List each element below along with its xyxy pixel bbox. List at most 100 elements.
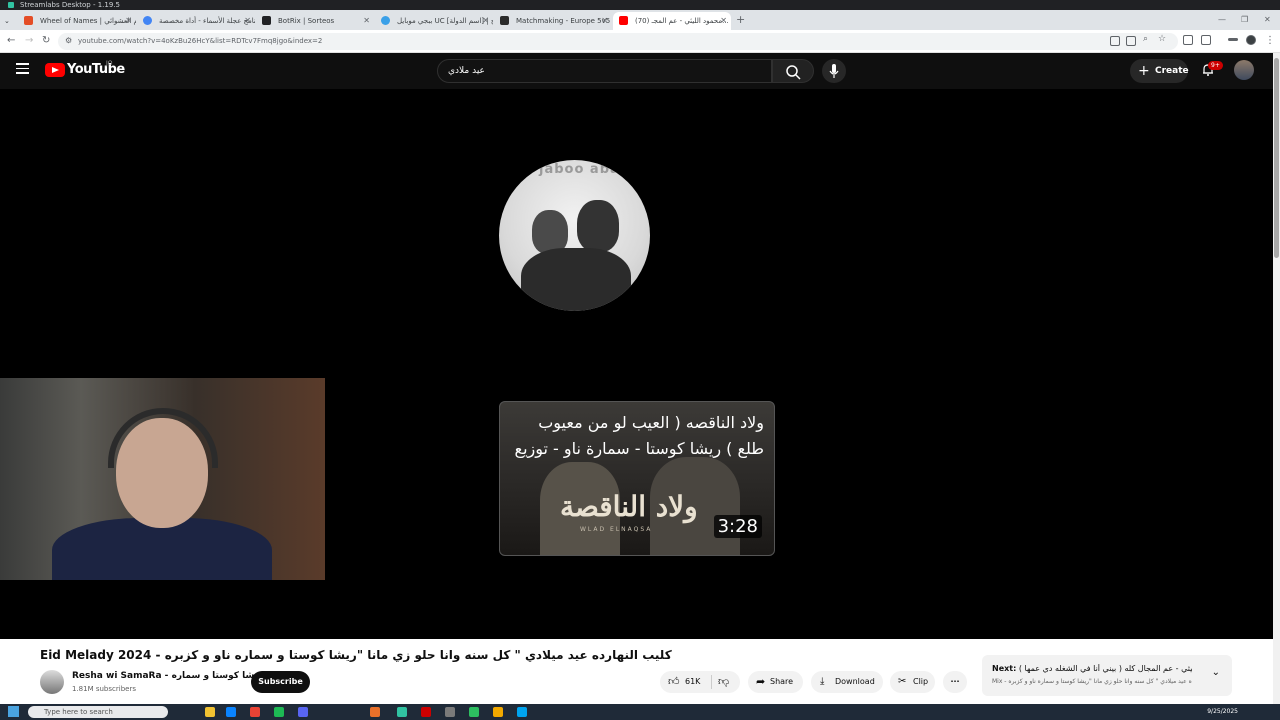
subscribe-button[interactable]: Subscribe	[251, 671, 310, 693]
tab-names-tool[interactable]: برنامج عجلة الأسماء - أداة مخصصة... ✕	[137, 12, 255, 30]
translate-icon[interactable]	[1126, 36, 1136, 46]
tab-label: Matchmaking - Europe 5v5 Qu...	[516, 17, 612, 25]
close-tab-icon[interactable]: ✕	[125, 12, 132, 30]
app-icon[interactable]	[493, 707, 503, 717]
tab-matchmaking[interactable]: Matchmaking - Europe 5v5 Qu... ✕	[494, 12, 612, 30]
chevron-down-icon[interactable]: ⌄	[1212, 667, 1220, 678]
restore-button[interactable]: ❐	[1241, 10, 1248, 30]
end-screen-video-card[interactable]: ولاد الناقصه ( العيب لو من معيوب طلع ) ر…	[499, 401, 775, 556]
next-video-title: Next: محمود الليثي - عم المجال كله ( بين…	[992, 664, 1192, 673]
spotify-icon[interactable]	[274, 707, 284, 717]
reload-icon[interactable]: ↻	[42, 34, 50, 48]
close-tab-icon[interactable]: ✕	[482, 12, 489, 30]
microphone-icon	[829, 64, 839, 78]
youtube-wordmark[interactable]: YouTube	[67, 62, 125, 77]
next-prefix: Next:	[992, 664, 1017, 673]
like-dislike-group: 👍︎ 61K 👎︎	[660, 671, 740, 693]
create-button[interactable]: + Create	[1130, 59, 1189, 83]
close-tab-icon[interactable]: ✕	[363, 12, 370, 30]
chrome-icon	[143, 16, 152, 25]
forward-icon[interactable]: →	[25, 34, 33, 48]
file-explorer-icon[interactable]	[205, 707, 215, 717]
bookmark-star-icon[interactable]: ☆	[1158, 34, 1166, 44]
clip-button[interactable]: ✂ Clip	[890, 671, 935, 693]
windows-taskbar: Type here to search 9/25/2025	[0, 704, 1280, 720]
country-code: JO	[106, 60, 113, 67]
app-icon[interactable]	[517, 707, 527, 717]
app-icon[interactable]	[421, 707, 431, 717]
minimize-button[interactable]: —	[1218, 10, 1226, 30]
puzzle-icon[interactable]	[1201, 35, 1211, 45]
webcam-overlay	[0, 378, 325, 580]
site-info-icon[interactable]: ⚙	[65, 36, 72, 45]
streamlabs-taskbar-icon[interactable]	[370, 707, 380, 717]
chrome-taskbar-icon[interactable]	[250, 707, 260, 717]
channel-name-text: Resha wi SamaRa - ريشا كوستا و سماره	[72, 671, 264, 681]
channel-name[interactable]: Resha wi SamaRa - ريشا كوستا و سماره ✓	[72, 671, 274, 681]
address-input[interactable]: ⚙ youtube.com/watch?v=4oKzBu26HcY&list=R…	[58, 33, 1178, 50]
youtube-logo-icon[interactable]	[45, 63, 65, 77]
like-divider	[711, 675, 712, 689]
back-icon[interactable]: ←	[7, 34, 15, 48]
like-count[interactable]: 61K	[685, 671, 700, 693]
up-next-box[interactable]: Next: محمود الليثي - عم المجال كله ( بين…	[982, 655, 1232, 696]
wheel-icon	[24, 16, 33, 25]
download-icon: ⤓	[820, 676, 825, 687]
like-icon[interactable]: 👍︎	[668, 671, 680, 693]
search-input[interactable]: عيد ملادي	[437, 59, 772, 83]
botrix-icon	[262, 16, 271, 25]
tab-label: BotRix | Sorteos	[278, 17, 335, 25]
zoom-icon[interactable]: ⌕	[1143, 34, 1148, 44]
app-icon[interactable]	[397, 707, 407, 717]
shoulders	[521, 248, 631, 311]
tab-youtube[interactable]: (70) محمود الليثي - عم المجـ... ✕	[613, 12, 731, 30]
download-label: Download	[835, 677, 875, 686]
tab-botrix[interactable]: BotRix | Sorteos ✕	[256, 12, 374, 30]
chrome-menu-icon[interactable]: ⋮	[1265, 34, 1275, 48]
close-tab-icon[interactable]: ✕	[720, 12, 727, 30]
download-button[interactable]: ⤓ Download	[811, 671, 883, 693]
dislike-icon[interactable]: 👎︎	[718, 671, 729, 693]
tab-search-icon[interactable]: ⌄	[4, 12, 11, 30]
subscriber-count: 1.81M subscribers	[72, 685, 136, 693]
windows-start-icon[interactable]	[8, 706, 19, 717]
notification-badge: 9+	[1208, 61, 1223, 70]
page-scrollbar[interactable]	[1273, 53, 1280, 704]
share-button[interactable]: ➦ Share	[748, 671, 803, 693]
taskbar-search-input[interactable]: Type here to search	[28, 706, 168, 718]
card-title: ولاد الناقصه ( العيب لو من معيوب طلع ) ر…	[514, 413, 764, 458]
search-button[interactable]	[772, 59, 814, 83]
voice-search-button[interactable]	[822, 59, 846, 83]
new-tab-icon[interactable]: +	[736, 10, 745, 30]
edge-icon[interactable]	[226, 707, 236, 717]
more-actions-button[interactable]: ···	[943, 671, 967, 693]
clip-label: Clip	[913, 677, 929, 686]
channel-image: jaboo aba	[499, 160, 650, 311]
video-title: Eid Melady 2024 - كليب النهارده عيد ميلا…	[40, 648, 672, 662]
app-icon[interactable]	[445, 707, 455, 717]
youtube-icon	[619, 16, 628, 25]
hamburger-menu-icon[interactable]	[16, 63, 29, 74]
media-icon[interactable]	[1228, 38, 1238, 41]
cast-icon[interactable]	[1110, 36, 1120, 46]
youtube-header: YouTube JO عيد ملادي + Create 9+	[0, 53, 1273, 89]
matchmaking-icon	[500, 16, 509, 25]
extension-icon[interactable]	[1183, 35, 1193, 45]
search-icon	[786, 65, 801, 80]
headset-icon	[108, 408, 218, 468]
app-icon[interactable]	[469, 707, 479, 717]
close-tab-icon[interactable]: ✕	[601, 12, 608, 30]
circle-graphic-text: jaboo aba	[539, 162, 620, 177]
channel-avatar[interactable]	[40, 670, 64, 694]
close-tab-icon[interactable]: ✕	[244, 12, 251, 30]
tab-wheel-of-names[interactable]: Wheel of Names | اسم العشوائي ✕	[18, 12, 136, 30]
scrollbar-thumb[interactable]	[1274, 58, 1279, 258]
close-window-button[interactable]: ✕	[1264, 10, 1271, 30]
streamlabs-icon	[8, 2, 14, 8]
streamlabs-title: Streamlabs Desktop - 1.19.5	[20, 1, 120, 9]
discord-icon[interactable]	[298, 707, 308, 717]
video-player[interactable]: jaboo aba ولاد الناقصه ( العيب لو من معي…	[0, 89, 1273, 639]
tab-pubg[interactable]: ببجي موبايل UC [اسم الدولة] | ح... ✕	[375, 12, 493, 30]
profile-icon[interactable]	[1246, 35, 1256, 45]
account-avatar[interactable]	[1234, 60, 1254, 80]
